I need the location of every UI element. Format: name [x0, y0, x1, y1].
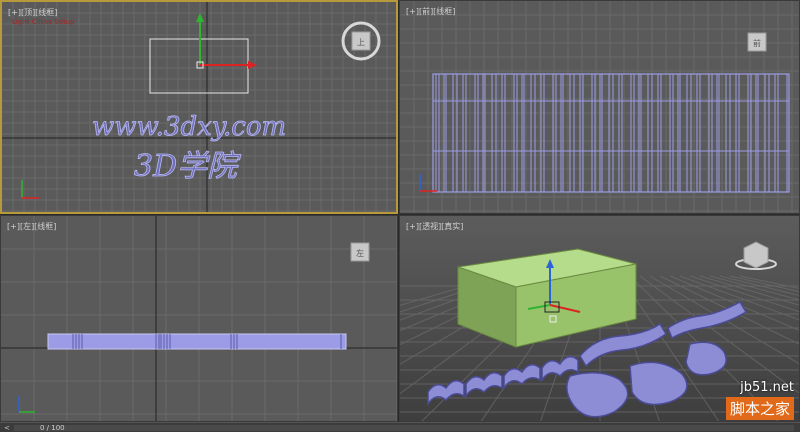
viewcube-left-face[interactable]: 左 — [356, 248, 364, 258]
time-slider-prev-button[interactable]: < — [4, 423, 10, 432]
viewport-left[interactable]: 左 [+][左][线框] — [0, 215, 398, 422]
site-watermark-domain: jb51.net — [740, 380, 794, 395]
viewcube-front-face[interactable]: 前 — [753, 38, 761, 48]
viewcube-top-face[interactable]: 上 — [357, 38, 365, 47]
viewcube-perspective-cube — [743, 241, 769, 269]
viewport-perspective-label[interactable]: [+][透视][真实] — [406, 221, 463, 232]
watermark-url-text: www.3dxy.com — [92, 112, 286, 142]
frame-counter[interactable]: 0 / 100 — [40, 423, 65, 432]
top-grid: 上 www.3dxy.com 3D学院 Light Clicks Setup — [2, 2, 396, 212]
left-text-slab — [47, 333, 347, 350]
site-watermark: jb51.net 脚本之家 — [725, 380, 794, 420]
watermark-cn-text: 3D学院 — [134, 149, 241, 184]
time-slider-bar[interactable]: < 0 / 100 — [0, 422, 800, 432]
time-slider-track[interactable] — [14, 425, 794, 431]
viewport-top-label[interactable]: [+][顶][线框] — [8, 7, 57, 18]
viewport-left-label[interactable]: [+][左][线框] — [7, 221, 56, 232]
front-grid: 前 — [400, 1, 799, 213]
left-grid: 左 — [1, 216, 397, 421]
viewport-front[interactable]: 前 [+][前][线框] — [399, 0, 800, 214]
viewport-top[interactable]: 上 www.3dxy.com 3D学院 Light Clicks Setup [… — [0, 0, 398, 214]
red-caption: Light Clicks Setup — [12, 18, 75, 26]
site-watermark-name: 脚本之家 — [725, 397, 794, 420]
viewport-front-label[interactable]: [+][前][线框] — [406, 6, 455, 17]
